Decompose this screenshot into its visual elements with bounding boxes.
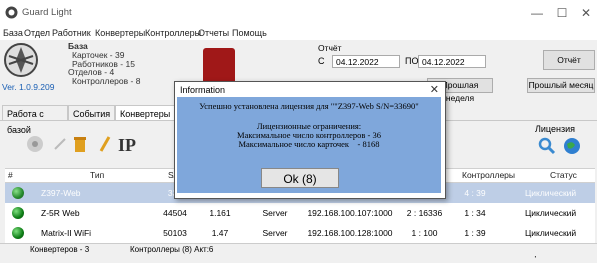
report-button[interactable]: Отчёт bbox=[543, 50, 595, 70]
converter-ip: 192.168.100.128:1000 bbox=[307, 228, 393, 238]
dialog-message: Успешно установлена лицензия для ""Z397-… bbox=[199, 101, 419, 111]
trash-icon[interactable] bbox=[70, 134, 90, 154]
column-header-number[interactable]: # bbox=[8, 170, 13, 180]
report-period-label: Отчёт bbox=[318, 43, 342, 53]
converter-type: Matrix-II WiFi bbox=[41, 228, 92, 238]
menu-help[interactable]: Помощь bbox=[232, 28, 267, 38]
dialog-max-cards: Максимальное число карточек - 8168 bbox=[238, 139, 380, 149]
converter-version: 1.161 bbox=[209, 208, 231, 218]
converter-version: 1.47 bbox=[211, 228, 229, 238]
column-header-status[interactable]: Статус bbox=[550, 170, 577, 180]
tab-converters[interactable]: Конвертеры bbox=[115, 105, 175, 121]
dialog-body: Успешно установлена лицензия для ""Z397-… bbox=[177, 97, 441, 193]
converter-mode: Server bbox=[262, 208, 288, 218]
version-label: Ver. 1.0.9.209 bbox=[2, 82, 55, 92]
converter-controllers: 1 : 34 bbox=[464, 208, 486, 218]
globe-icon[interactable] bbox=[562, 136, 582, 156]
converter-sn: 44504 bbox=[163, 208, 187, 218]
menu-reports[interactable]: Отчеты bbox=[198, 28, 229, 38]
converter-port: 1 : 100 bbox=[411, 228, 438, 238]
disc-icon[interactable] bbox=[25, 134, 45, 154]
minimize-button[interactable]: — bbox=[523, 4, 551, 22]
date-from-label: С bbox=[318, 56, 325, 66]
license-label: Лицензия bbox=[535, 124, 575, 134]
converter-port: 2 : 16336 bbox=[406, 208, 443, 218]
converter-mode: Server bbox=[262, 228, 288, 238]
column-header-type[interactable]: Тип bbox=[90, 170, 104, 180]
app-logo-icon bbox=[5, 6, 18, 19]
dialog-close-button[interactable]: ✕ bbox=[430, 83, 439, 96]
column-header-controllers[interactable]: Контроллеры bbox=[462, 170, 515, 180]
online-status-icon bbox=[12, 207, 24, 219]
menu-base[interactable]: База bbox=[3, 28, 23, 38]
converter-controllers: 1 : 39 bbox=[464, 228, 486, 238]
window-title: Guard Light bbox=[22, 7, 72, 18]
title-bar bbox=[0, 0, 597, 26]
close-button[interactable]: ✕ bbox=[572, 4, 597, 22]
menu-worker[interactable]: Работник bbox=[52, 28, 91, 38]
svg-text:IP: IP bbox=[118, 135, 136, 154]
converter-ip: 192.168.100.107:1000 bbox=[307, 208, 393, 218]
last-month-button[interactable]: Прошлый месяц bbox=[527, 78, 595, 93]
date-to-input[interactable]: 04.12.2022 bbox=[418, 55, 486, 68]
ok-button[interactable]: Ok (8) bbox=[261, 168, 339, 188]
information-dialog: Information ✕ Успешно установлена лиценз… bbox=[174, 81, 446, 199]
status-converters: Конвертеров - 3 bbox=[30, 245, 90, 254]
status-controllers: Контроллеры (8) Акт:6 bbox=[130, 245, 214, 254]
menu-controllers[interactable]: Контроллеры bbox=[145, 28, 201, 38]
pencil-icon[interactable] bbox=[95, 134, 115, 154]
converter-controllers: 4 : 39 bbox=[464, 188, 486, 198]
converter-type: Z397-Web bbox=[41, 188, 81, 198]
tab-events[interactable]: События bbox=[68, 105, 115, 121]
dialog-title: Information bbox=[180, 85, 226, 95]
online-status-icon bbox=[12, 227, 24, 239]
table-row[interactable]: Z-5R Web 44504 1.161 Server 192.168.100.… bbox=[5, 203, 595, 238]
tools-icon[interactable] bbox=[50, 134, 70, 154]
converter-sn: 50103 bbox=[163, 228, 187, 238]
date-from-input[interactable]: 04.12.2022 bbox=[332, 55, 400, 68]
tab-database[interactable]: Работа с базой bbox=[2, 105, 68, 135]
search-icon[interactable] bbox=[537, 136, 557, 156]
info-controllers: Контроллеров - 8 bbox=[72, 76, 141, 86]
menu-department[interactable]: Отдел bbox=[24, 28, 50, 38]
menu-converters[interactable]: Конвертеры bbox=[95, 28, 145, 38]
status-bar bbox=[0, 243, 597, 256]
converter-type: Z-5R Web bbox=[41, 208, 80, 218]
date-to-label: ПО bbox=[405, 56, 419, 66]
ip-icon[interactable]: IP bbox=[118, 134, 138, 154]
guard-logo-icon bbox=[4, 43, 38, 77]
online-status-icon bbox=[12, 187, 24, 199]
table-row[interactable]: Matrix-II WiFi 50103 1.47 Server 192.168… bbox=[5, 223, 595, 258]
